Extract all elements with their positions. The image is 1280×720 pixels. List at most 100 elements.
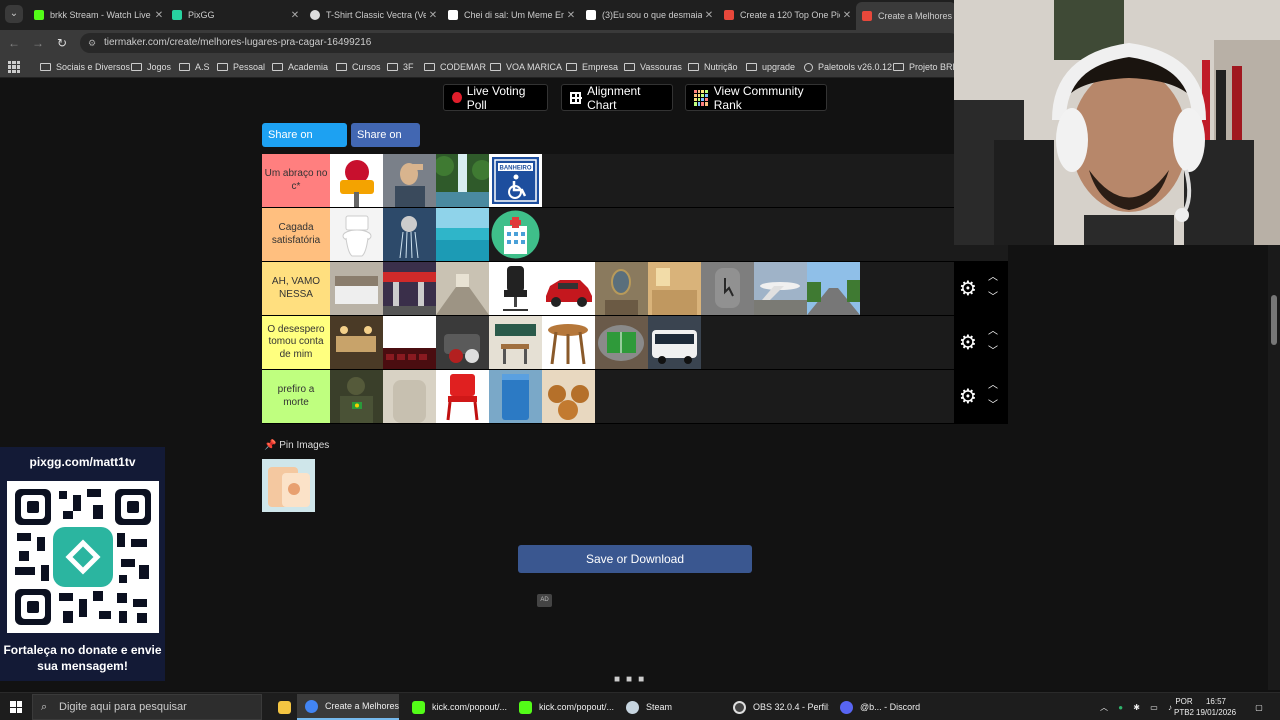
bookmark-folder[interactable]: Sociais e Diversos xyxy=(40,59,130,75)
site-info-icon[interactable]: ⚙ xyxy=(88,33,96,53)
apps-grid-icon[interactable] xyxy=(8,61,20,73)
tray-chevron-icon[interactable]: ︿ xyxy=(1100,702,1108,713)
close-icon[interactable]: ✕ xyxy=(152,10,166,21)
tier-item-accessible-bathroom[interactable]: BANHEIRO xyxy=(489,154,542,207)
tier-item-school-desk[interactable] xyxy=(489,316,542,369)
tier-label[interactable]: O desespero tomou conta de mim xyxy=(262,316,330,369)
chevron-down-icon[interactable]: ﹀ xyxy=(986,292,1000,304)
share-facebook-button[interactable]: Share on FB xyxy=(351,123,420,165)
tier-item-red-chair[interactable] xyxy=(436,370,489,423)
language-indicator[interactable]: POR PTB2 xyxy=(1170,693,1198,720)
pin-images-toggle[interactable]: 📌 Pin Images xyxy=(264,440,329,451)
bookmark-folder[interactable]: Vassouras xyxy=(624,59,682,75)
bookmark-folder[interactable]: VOA MARICA xyxy=(490,59,562,75)
alignment-chart-button[interactable]: Alignment Chart xyxy=(561,84,673,112)
taskbar-app-kick-1[interactable]: kick.com/popout/... xyxy=(404,694,508,720)
bookmark-folder[interactable]: A.S xyxy=(179,59,210,75)
tab-tshirt[interactable]: T-Shirt Classic Vectra (Vec ✕ xyxy=(304,4,440,26)
tab-pixgg[interactable]: PixGG ✕ xyxy=(166,4,302,26)
tier-item-machine[interactable] xyxy=(436,316,489,369)
forward-arrow-icon[interactable]: → xyxy=(29,34,47,52)
bookmark-folder[interactable]: Cursos xyxy=(336,59,381,75)
close-icon[interactable]: ✕ xyxy=(702,10,716,21)
bluetooth-icon[interactable]: ✱ xyxy=(1133,703,1140,712)
reload-icon[interactable]: ↻ xyxy=(53,34,71,52)
bookmark-paletools[interactable]: Paletools v26.0.12 xyxy=(804,59,892,75)
bookmark-folder[interactable]: upgrade xyxy=(746,59,795,75)
gear-icon[interactable]: ⚙ xyxy=(958,279,978,299)
tier-item-stadium[interactable] xyxy=(595,316,648,369)
tab-search-menu-icon[interactable]: ⌄ xyxy=(5,5,23,23)
chevron-down-icon[interactable]: ﹀ xyxy=(986,400,1000,412)
live-voting-button[interactable]: Live Voting Poll xyxy=(443,84,548,112)
taskbar-app-discord[interactable]: @b... - Discord xyxy=(832,694,936,720)
page-scrollbar[interactable] xyxy=(1268,245,1280,690)
tier-item-toilet[interactable] xyxy=(330,208,383,261)
tier-item-waterfall[interactable] xyxy=(436,154,489,207)
taskbar-app-steam[interactable]: Steam xyxy=(618,694,722,720)
tier-label[interactable]: AH, VAMO NESSA xyxy=(262,262,330,315)
save-download-button[interactable]: Save or Download xyxy=(518,545,752,573)
close-icon[interactable]: ✕ xyxy=(288,10,302,21)
taskbar-app-kick-2[interactable]: kick.com/popout/... xyxy=(511,694,615,720)
community-rank-button[interactable]: View Community Rank xyxy=(685,84,827,112)
tier-label[interactable]: Cagada satisfatória xyxy=(262,208,330,261)
tier-item-graal[interactable] xyxy=(330,154,383,207)
tab-tiktok-2[interactable]: (3)Eu sou o que desmaia ✕ xyxy=(580,4,716,26)
taskbar-search[interactable]: ⌕ Digite aqui para pesquisar xyxy=(32,694,262,720)
tier-item-dragged-ghost[interactable] xyxy=(701,262,754,315)
tier-item-worker-back[interactable] xyxy=(383,370,436,423)
close-icon[interactable]: ✕ xyxy=(426,10,440,21)
tier-item-shower[interactable] xyxy=(383,208,436,261)
scrollbar-thumb[interactable] xyxy=(1271,295,1277,345)
taskbar-clock[interactable]: 16:57 19/01/2026 xyxy=(1196,696,1236,718)
tier-item-hospital[interactable] xyxy=(489,208,542,261)
taskbar-app-obs[interactable]: OBS 32.0.4 - Perfil: ... xyxy=(725,694,829,720)
bookmark-folder[interactable]: Pessoal xyxy=(217,59,265,75)
tab-tiermaker-one-piece[interactable]: Create a 120 Top One Pie ✕ xyxy=(718,4,854,26)
tier-item-mirror-room[interactable] xyxy=(595,262,648,315)
gear-icon[interactable]: ⚙ xyxy=(958,387,978,407)
chevron-up-icon[interactable]: ︿ xyxy=(986,272,1000,284)
close-icon[interactable]: ✕ xyxy=(840,10,854,21)
tier-item-stressed-man[interactable] xyxy=(383,154,436,207)
bookmark-folder[interactable]: Academia xyxy=(272,59,328,75)
tier-item-cupcakes[interactable] xyxy=(542,370,595,423)
tier-item-cinema[interactable] xyxy=(383,316,436,369)
tier-item-street[interactable] xyxy=(807,262,860,315)
bookmark-folder[interactable]: 3F xyxy=(387,59,414,75)
bookmark-folder[interactable]: Nutrição xyxy=(688,59,738,75)
tier-item-bus[interactable] xyxy=(648,316,701,369)
tier-item-portable-toilet[interactable] xyxy=(489,370,542,423)
tier-item-red-car[interactable] xyxy=(542,262,595,315)
tier-item-ocean[interactable] xyxy=(436,208,489,261)
tier-label[interactable]: prefiro a morte xyxy=(262,370,330,423)
tab-tiermaker-melhores[interactable]: Create a Melhores lu xyxy=(856,2,956,30)
network-status-icon[interactable]: ● xyxy=(1118,703,1123,712)
tier-item-gamer-chair[interactable] xyxy=(489,262,542,315)
bookmark-folder[interactable]: CODEMAR xyxy=(424,59,486,75)
tier-item-bed[interactable] xyxy=(330,262,383,315)
chevron-up-icon[interactable]: ︿ xyxy=(986,380,1000,392)
tier-item-round-table[interactable] xyxy=(542,316,595,369)
tier-item-restaurant[interactable] xyxy=(330,316,383,369)
close-icon[interactable]: ✕ xyxy=(564,10,578,21)
tier-label[interactable]: Um abraço no c* xyxy=(262,154,330,207)
chevron-up-icon[interactable]: ︿ xyxy=(986,326,1000,338)
share-twitter-button[interactable]: Share on Twitter xyxy=(262,123,347,165)
back-arrow-icon[interactable]: ← xyxy=(5,34,23,52)
wifi-icon[interactable]: ▭ xyxy=(1150,703,1158,712)
gear-icon[interactable]: ⚙ xyxy=(958,333,978,353)
taskbar-app-chrome[interactable]: Create a Melhores l... xyxy=(297,694,399,720)
notification-icon[interactable]: ▢ xyxy=(1250,693,1268,720)
bookmark-folder[interactable]: Empresa xyxy=(566,59,618,75)
address-bar[interactable]: ⚙ tiermaker.com/create/melhores-lugares-… xyxy=(80,33,960,53)
tier-item-kitchen[interactable] xyxy=(648,262,701,315)
bookmark-folder[interactable]: Jogos xyxy=(131,59,171,75)
windows-start-icon[interactable] xyxy=(10,701,22,713)
tier-item-hallway[interactable] xyxy=(436,262,489,315)
unranked-item-diapers[interactable] xyxy=(262,459,315,512)
tab-tiktok-1[interactable]: Chei di sal: Um Meme Eng ✕ xyxy=(442,4,578,26)
chevron-down-icon[interactable]: ﹀ xyxy=(986,346,1000,358)
tier-item-soldier[interactable] xyxy=(330,370,383,423)
